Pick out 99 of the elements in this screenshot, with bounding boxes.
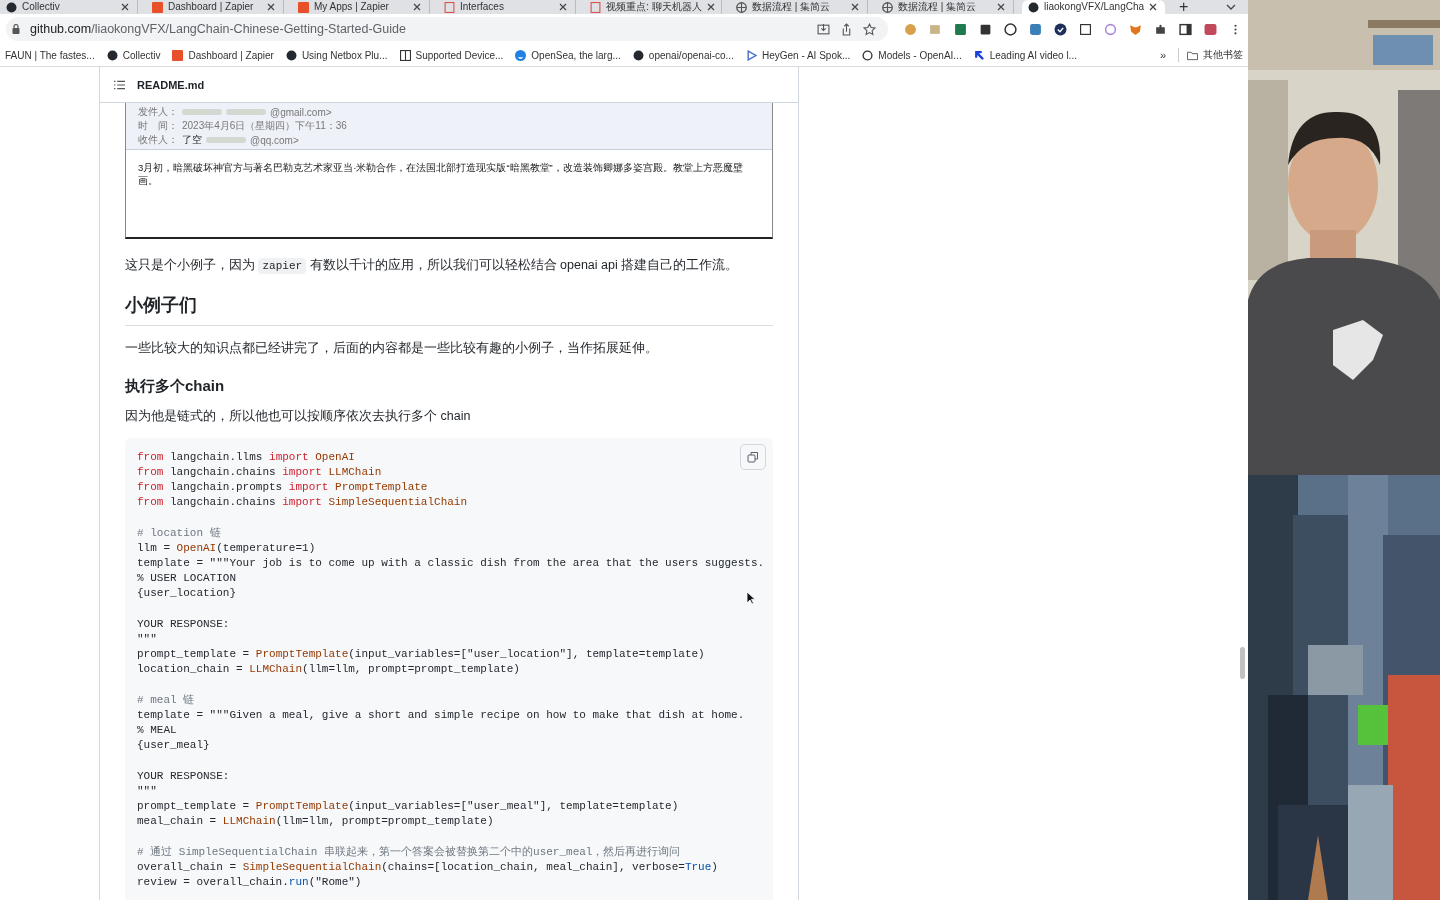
code-line: llm = OpenAI(temperature=1) <box>137 540 316 556</box>
copy-icon <box>747 450 759 463</box>
subsection-heading: 执行多个chain <box>125 377 226 396</box>
code-line: location_chain = LLMChain(llm=llm, prompt=prompt_template) <box>137 662 520 678</box>
code-line: {user_meal} <box>137 738 210 754</box>
code-line: from langchain.prompts import PromptTemplate <box>137 479 428 495</box>
boat-logo-icon <box>515 49 527 61</box>
more-bookmarks-button[interactable]: » <box>1159 49 1166 61</box>
address-bar[interactable]: github.com/liaokongVFX/LangChain-Chinese-Getting-Started-Guide <box>6 17 888 41</box>
paragraph: 因为他是链式的，所以他也可以按顺序依次去执行多个 chain <box>125 408 472 425</box>
extension-icon[interactable] <box>979 22 992 36</box>
bookmark[interactable]: FAUN | The fastes... <box>5 49 95 61</box>
code-line: overall_chain = SimpleSequentialChain(chains=[location_chain, meal_chain], verbose=True) <box>137 859 718 875</box>
email-body: 3月初，暗黑破坏神官方与著名巴勒克艺术家亚当·米勒合作，在法国北部打造现实版“暗黑教堂”，改造装饰卿娜多姿宫殿。教堂上方恶魔壁画。 <box>137 161 744 188</box>
time-label: 时 间： <box>138 119 178 133</box>
globe-icon <box>882 1 893 13</box>
bookmark[interactable]: Supported Device... <box>399 49 504 61</box>
section-heading: 小例子们 <box>125 292 773 326</box>
puzzle-icon[interactable] <box>1154 22 1167 36</box>
code-line: {user_location} <box>137 586 237 602</box>
code-line: review = overall_chain.run("Rome") <box>137 875 362 891</box>
lock-icon <box>12 24 20 34</box>
code-line: # meal 链 <box>137 692 195 708</box>
bookmark-folder[interactable]: 其他书签 <box>1178 48 1243 62</box>
arrow-logo-icon <box>973 49 985 61</box>
code-line: from langchain.chains import LLMChain <box>137 464 382 480</box>
file-name: README.md <box>137 78 205 91</box>
recipient-name: 了空 <box>182 133 202 147</box>
list-icon[interactable] <box>114 79 125 90</box>
recipient-label: 收件人： <box>138 133 178 147</box>
bookmark[interactable]: Leading AI video l... <box>973 49 1077 61</box>
sender-address: @gmail.com> <box>270 106 332 118</box>
bookmark[interactable]: HeyGen - AI Spok... <box>745 49 851 61</box>
bookmark[interactable]: Dashboard | Zapier <box>172 49 274 61</box>
code-line: meal_chain = LLMChain(llm=llm, prompt=prompt_template) <box>137 814 494 830</box>
close-icon[interactable] <box>121 3 129 11</box>
scrollbar-thumb[interactable] <box>1240 647 1245 679</box>
circle-logo-icon <box>285 49 297 61</box>
fox-icon[interactable] <box>1129 22 1142 36</box>
code-line: """ <box>137 783 157 799</box>
square-logo-icon <box>152 1 163 13</box>
new-tab-button[interactable]: + <box>1173 1 1195 13</box>
install-icon[interactable] <box>817 22 830 36</box>
circle-logo-icon <box>6 1 17 13</box>
code-line: prompt_template = PromptTemplate(input_variables=["user_meal"], template=template) <box>137 799 679 815</box>
chevron-down-icon[interactable] <box>1226 4 1236 10</box>
sender-label: 发件人： <box>138 105 178 119</box>
code-line: prompt_template = PromptTemplate(input_variables=["user_location"], template=template) <box>137 647 705 663</box>
close-icon[interactable] <box>851 3 859 11</box>
bookmark[interactable]: openai/openai-co... <box>632 49 734 61</box>
code-line: % MEAL <box>137 723 177 739</box>
paragraph: 这只是个小例子，因为 zapier 有数以千计的应用，所以我们可以轻松结合 openai api 搭建自己的工作流。 <box>125 257 740 275</box>
code-line: # 通过 SimpleSequentialChain 串联起来，第一个答案会被替换第二个中的user_meal，然后再进行询问 <box>137 844 681 860</box>
close-icon[interactable] <box>997 3 1005 11</box>
close-icon[interactable] <box>413 3 421 11</box>
square-logo-icon <box>172 49 184 61</box>
page-icon <box>399 49 411 61</box>
close-icon[interactable] <box>559 3 567 11</box>
code-line: YOUR RESPONSE: <box>137 616 230 632</box>
code-line: template = """Your job is to come up with a classic dish from the area that the users suggests. <box>137 555 765 571</box>
copy-button[interactable] <box>740 443 766 470</box>
page-icon <box>444 1 455 13</box>
close-icon[interactable] <box>706 3 715 11</box>
mouse-cursor-icon <box>746 591 756 605</box>
circle-logo-icon <box>1028 1 1039 13</box>
redaction-block <box>226 109 266 115</box>
code-line: % USER LOCATION <box>137 571 237 587</box>
browser-tab[interactable]: liaokongVFX/LangCha <box>1022 0 1166 14</box>
profile-icon[interactable] <box>1204 22 1217 36</box>
bookmark[interactable]: Using Netbox Plu... <box>285 49 388 61</box>
extension-icon[interactable] <box>1079 22 1092 36</box>
code-line: from langchain.chains import SimpleSequentialChain <box>137 495 468 511</box>
recipient-address: @qq.com> <box>250 134 299 146</box>
globe-icon <box>736 1 747 13</box>
extension-icon[interactable] <box>1004 22 1017 36</box>
circle-logo-icon <box>632 49 644 61</box>
page-icon <box>590 1 601 13</box>
paragraph: 一些比较大的知识点都已经讲完了，后面的内容都是一些比较有趣的小例子，当作拓展延伸。 <box>125 339 659 357</box>
code-line: YOUR RESPONSE: <box>137 768 230 784</box>
play-icon <box>745 49 757 61</box>
circle-logo-icon <box>106 49 118 61</box>
sidebar-icon[interactable] <box>1179 22 1192 36</box>
code-line: # location 链 <box>137 525 221 541</box>
close-icon[interactable] <box>1149 3 1158 11</box>
folder-icon <box>1187 49 1198 61</box>
bookmark[interactable]: Models - OpenAI... <box>862 49 962 61</box>
code-line: from langchain.llms import OpenAI <box>137 449 355 465</box>
bookmark[interactable]: OpenSea, the larg... <box>515 49 621 61</box>
redaction-block <box>182 109 222 115</box>
sent-time: 2023年4月6日（星期四）下午11：36 <box>182 119 347 133</box>
code-line: template = """Given a meal, give a short and simple recipe on how to make that dish at home. <box>137 707 745 723</box>
check-icon[interactable] <box>1054 22 1067 36</box>
close-icon[interactable] <box>267 3 275 11</box>
star-icon[interactable] <box>863 22 876 36</box>
bookmark[interactable]: Collectiv <box>106 49 161 61</box>
redaction-block <box>206 137 246 143</box>
code-line: """ <box>137 631 157 647</box>
share-icon[interactable] <box>840 22 853 36</box>
square-logo-icon <box>298 1 309 13</box>
